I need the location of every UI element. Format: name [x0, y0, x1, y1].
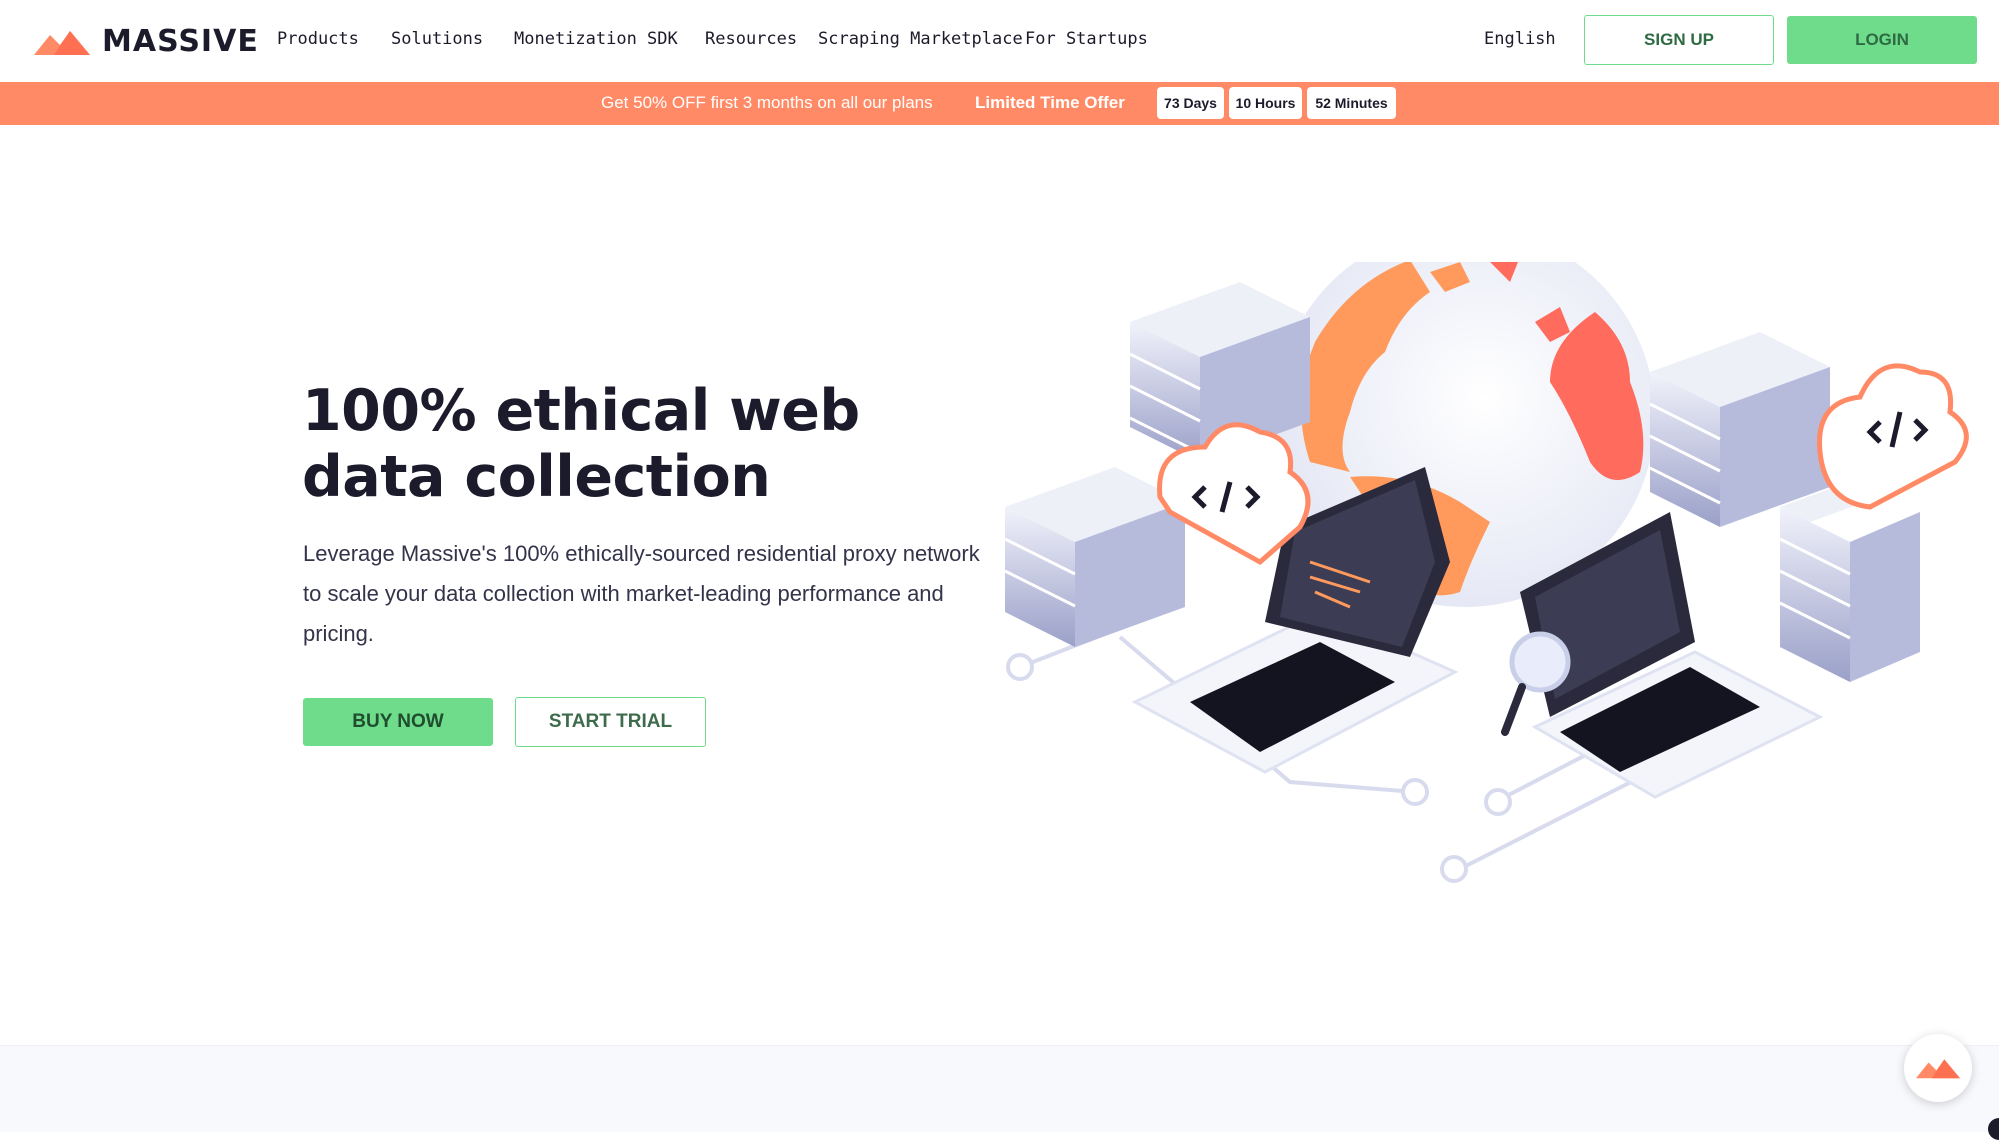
server-stack-top-right: [1649, 332, 1830, 527]
nav-scraping-marketplace[interactable]: Scraping Marketplace: [818, 29, 1023, 49]
nav-resources[interactable]: Resources: [705, 29, 797, 49]
nav-products[interactable]: Products: [277, 29, 359, 49]
corner-indicator: [1988, 1118, 1999, 1140]
buy-now-button[interactable]: BUY NOW: [303, 698, 493, 746]
servers-laptops-globe-illustration: [1004, 262, 1969, 883]
hero-title: 100% ethical web data collection: [302, 378, 942, 510]
countdown-days: 73 Days: [1157, 87, 1224, 119]
login-button[interactable]: LOGIN: [1787, 16, 1977, 64]
brand-name: MASSIVE: [102, 24, 259, 59]
mountain-logo-icon: [34, 30, 90, 55]
chat-widget-button[interactable]: [1904, 1034, 1972, 1102]
promo-text: Get 50% OFF first 3 months on all our pl…: [601, 93, 933, 112]
countdown-hours: 10 Hours: [1229, 87, 1302, 119]
mountain-logo-icon: [1916, 1059, 1960, 1079]
hero-title-line2: data collection: [302, 444, 771, 510]
nav-for-startups[interactable]: For Startups: [1025, 29, 1148, 49]
signup-button[interactable]: SIGN UP: [1584, 15, 1774, 65]
top-navbar: MASSIVE Products Solutions Monetization …: [0, 0, 1999, 82]
promo-offer-label: Limited Time Offer: [975, 93, 1125, 112]
brand-logo[interactable]: MASSIVE: [34, 24, 259, 59]
hero-title-line1: 100% ethical web: [302, 378, 860, 444]
language-selector[interactable]: English: [1484, 29, 1556, 49]
countdown-minutes: 52 Minutes: [1307, 87, 1396, 119]
nav-solutions[interactable]: Solutions: [391, 29, 483, 49]
code-cloud-right-icon: [1817, 363, 1969, 510]
hero-description: Leverage Massive's 100% ethically-source…: [303, 541, 980, 646]
next-section-band: [0, 1045, 1999, 1132]
promo-banner: Get 50% OFF first 3 months on all our pl…: [0, 82, 1999, 125]
nav-monetization-sdk[interactable]: Monetization SDK: [514, 29, 678, 49]
start-trial-button[interactable]: START TRIAL: [515, 697, 706, 747]
